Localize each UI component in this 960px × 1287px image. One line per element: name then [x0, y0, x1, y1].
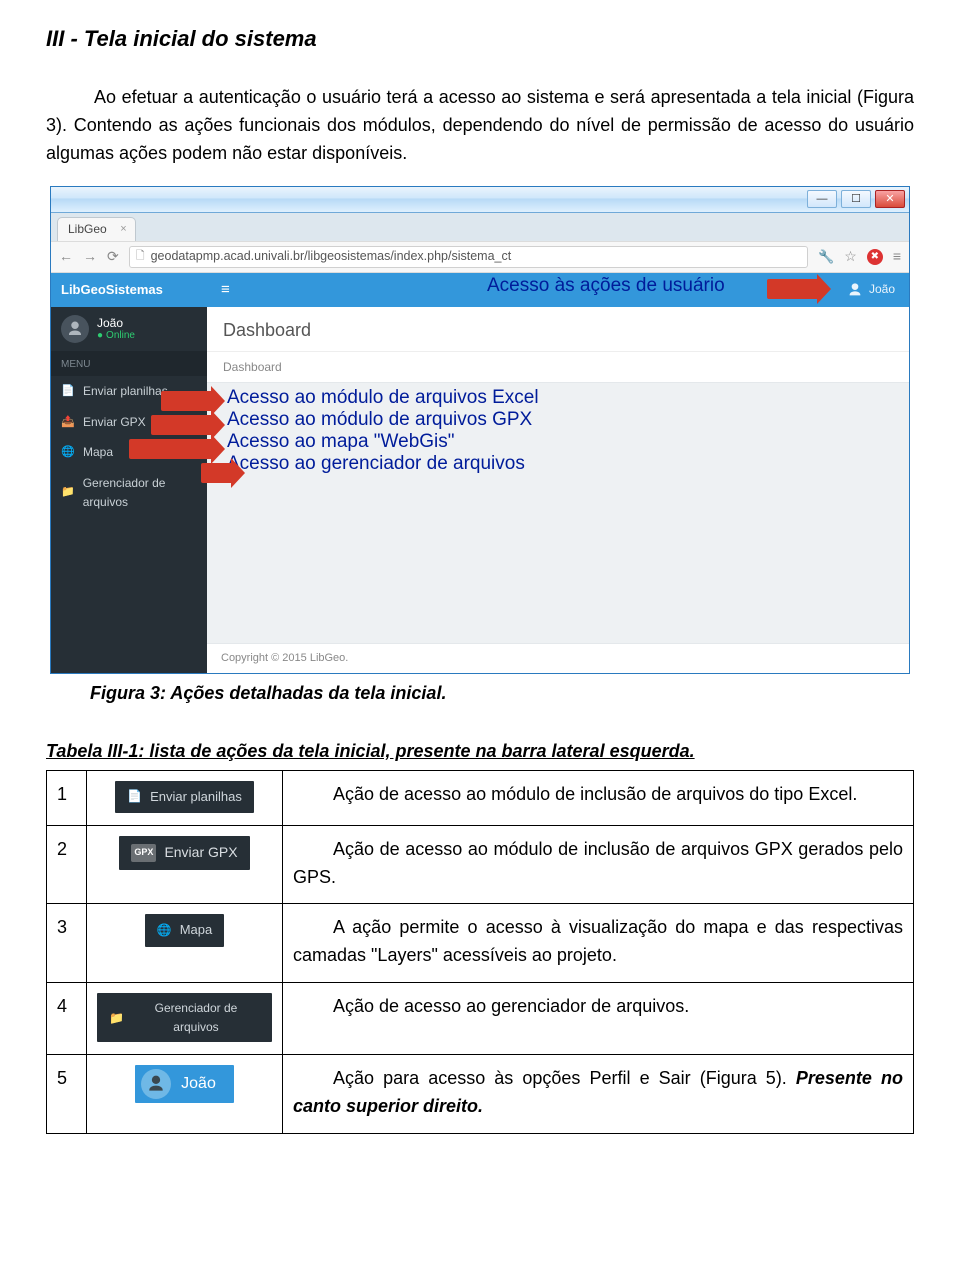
sidebar: LibGeoSistemas João Online MENU 📄 Enviar… — [51, 273, 207, 673]
file-icon: 📄 — [127, 787, 142, 806]
chip-label: Enviar planilhas — [150, 787, 242, 807]
browser-tab[interactable]: LibGeo × — [57, 217, 136, 241]
footer: Copyright © 2015 LibGeo. — [207, 643, 909, 673]
menu-header: MENU — [51, 351, 207, 377]
row-thumb: 📄 Enviar planilhas — [87, 770, 283, 825]
tab-title: LibGeo — [68, 220, 107, 239]
avatar-icon — [141, 1069, 171, 1099]
figure-caption: Figura 3: Ações detalhadas da tela inici… — [90, 680, 914, 708]
file-icon: 📄 — [61, 383, 75, 400]
window-maximize-button[interactable]: ☐ — [841, 190, 871, 208]
gpx-badge-icon: GPX — [131, 844, 156, 862]
window-minimize-button[interactable]: — — [807, 190, 837, 208]
row-description: Ação de acesso ao módulo de inclusão de … — [283, 825, 914, 904]
chip-mapa: 🌐 Mapa — [145, 914, 224, 946]
nav-label: Gerenciador de arquivos — [83, 474, 197, 511]
page-title: Dashboard — [207, 307, 909, 351]
main-area: ≡ João Dashboard Dashboard Copyright © 2… — [207, 273, 909, 673]
chip-user: João — [135, 1065, 234, 1103]
adblock-icon[interactable]: ✖ — [867, 249, 883, 265]
section-heading: III - Tela inicial do sistema — [46, 22, 914, 56]
browser-address-bar: ← → ⟳ 🗋 geodatapmp.acad.univali.br/libge… — [51, 241, 909, 273]
row-description: Ação de acesso ao gerenciador de arquivo… — [283, 983, 914, 1055]
nav-label: Enviar GPX — [83, 413, 146, 432]
browser-menu-icon[interactable]: ≡ — [893, 246, 901, 268]
callout-line-1: Acesso ao módulo de arquivos Excel — [227, 387, 539, 409]
avatar-icon — [61, 315, 89, 343]
row-description: Ação para acesso às opções Perfil e Sair… — [283, 1055, 914, 1134]
row-number: 4 — [47, 983, 87, 1055]
table-row: 2 GPX Enviar GPX Ação de acesso ao módul… — [47, 825, 914, 904]
screenshot-figure: — ☐ ✕ LibGeo × ← → ⟳ 🗋 geodatapmp.acad.u… — [50, 186, 910, 674]
browser-tabstrip: LibGeo × — [51, 213, 909, 241]
intro-paragraph: Ao efetuar a autenticação o usuário terá… — [46, 84, 914, 168]
nav-reload-icon[interactable]: ⟳ — [107, 246, 119, 268]
app-body: LibGeoSistemas João Online MENU 📄 Enviar… — [51, 273, 909, 673]
table-row: 5 João Ação para acesso às opções Perfil… — [47, 1055, 914, 1134]
topbar-username: João — [869, 280, 895, 299]
wrench-icon[interactable]: 🔧 — [818, 247, 834, 267]
url-text: geodatapmp.acad.univali.br/libgeosistema… — [151, 247, 512, 266]
breadcrumb: Dashboard — [207, 351, 909, 384]
globe-icon: 🌐 — [61, 444, 75, 461]
chip-label: João — [181, 1072, 216, 1097]
nav-label: Enviar planilhas — [83, 382, 168, 401]
nav-back-icon[interactable]: ← — [59, 246, 73, 268]
row-number: 5 — [47, 1055, 87, 1134]
arrow-icon — [151, 415, 213, 435]
brand: LibGeoSistemas — [51, 273, 207, 307]
window-titlebar: — ☐ ✕ — [51, 187, 909, 213]
row-thumb: João — [87, 1055, 283, 1134]
table-row: 4 📁 Gerenciador de arquivos Ação de aces… — [47, 983, 914, 1055]
star-icon[interactable]: ☆ — [844, 246, 857, 268]
chip-label: Enviar GPX — [164, 842, 237, 864]
row-thumb: 📁 Gerenciador de arquivos — [87, 983, 283, 1055]
chip-enviar-gpx: GPX Enviar GPX — [119, 836, 249, 870]
chip-label: Gerenciador de arquivos — [132, 999, 260, 1036]
callout-top: Acesso às ações de usuário — [487, 275, 747, 297]
row-description: A ação permite o acesso à visualização d… — [283, 904, 914, 983]
row-thumb: GPX Enviar GPX — [87, 825, 283, 904]
arrow-icon — [129, 439, 213, 459]
arrow-icon — [161, 391, 213, 411]
arrow-icon — [201, 463, 233, 483]
arrow-icon — [767, 279, 819, 299]
globe-icon: 🌐 — [157, 921, 172, 940]
row-number: 1 — [47, 770, 87, 825]
folder-icon: 📁 — [109, 1009, 124, 1028]
tab-close-icon[interactable]: × — [120, 221, 126, 238]
callout-line-4: Acesso ao gerenciador de arquivos — [227, 453, 525, 475]
chip-label: Mapa — [180, 920, 213, 940]
site-icon: 🗋 — [136, 248, 145, 265]
window-close-button[interactable]: ✕ — [875, 190, 905, 208]
online-status: Online — [97, 330, 135, 342]
row-number: 3 — [47, 904, 87, 983]
upload-icon: 📤 — [61, 414, 75, 431]
nav-forward-icon[interactable]: → — [83, 246, 97, 268]
topbar-user[interactable]: João — [847, 280, 895, 299]
callout-line-2: Acesso ao módulo de arquivos GPX — [227, 409, 532, 431]
table-caption: Tabela III-1: lista de ações da tela ini… — [46, 738, 914, 766]
menu-toggle-icon[interactable]: ≡ — [221, 278, 230, 301]
folder-icon: 📁 — [61, 484, 75, 501]
sidebar-username: João — [97, 316, 135, 330]
chip-enviar-planilhas: 📄 Enviar planilhas — [115, 781, 254, 813]
row-thumb: 🌐 Mapa — [87, 904, 283, 983]
table-row: 1 📄 Enviar planilhas Ação de acesso ao m… — [47, 770, 914, 825]
sidebar-user[interactable]: João Online — [51, 307, 207, 351]
table-row: 3 🌐 Mapa A ação permite o acesso à visua… — [47, 904, 914, 983]
callout-line-3: Acesso ao mapa "WebGis" — [227, 431, 455, 453]
chip-gerenciador: 📁 Gerenciador de arquivos — [97, 993, 272, 1042]
actions-table: 1 📄 Enviar planilhas Ação de acesso ao m… — [46, 770, 914, 1135]
row-number: 2 — [47, 825, 87, 904]
nav-label: Mapa — [83, 443, 113, 462]
nav-gerenciador-arquivos[interactable]: 📁 Gerenciador de arquivos — [51, 468, 207, 517]
url-field[interactable]: 🗋 geodatapmp.acad.univali.br/libgeosiste… — [129, 246, 808, 268]
row-description: Ação de acesso ao módulo de inclusão de … — [283, 770, 914, 825]
